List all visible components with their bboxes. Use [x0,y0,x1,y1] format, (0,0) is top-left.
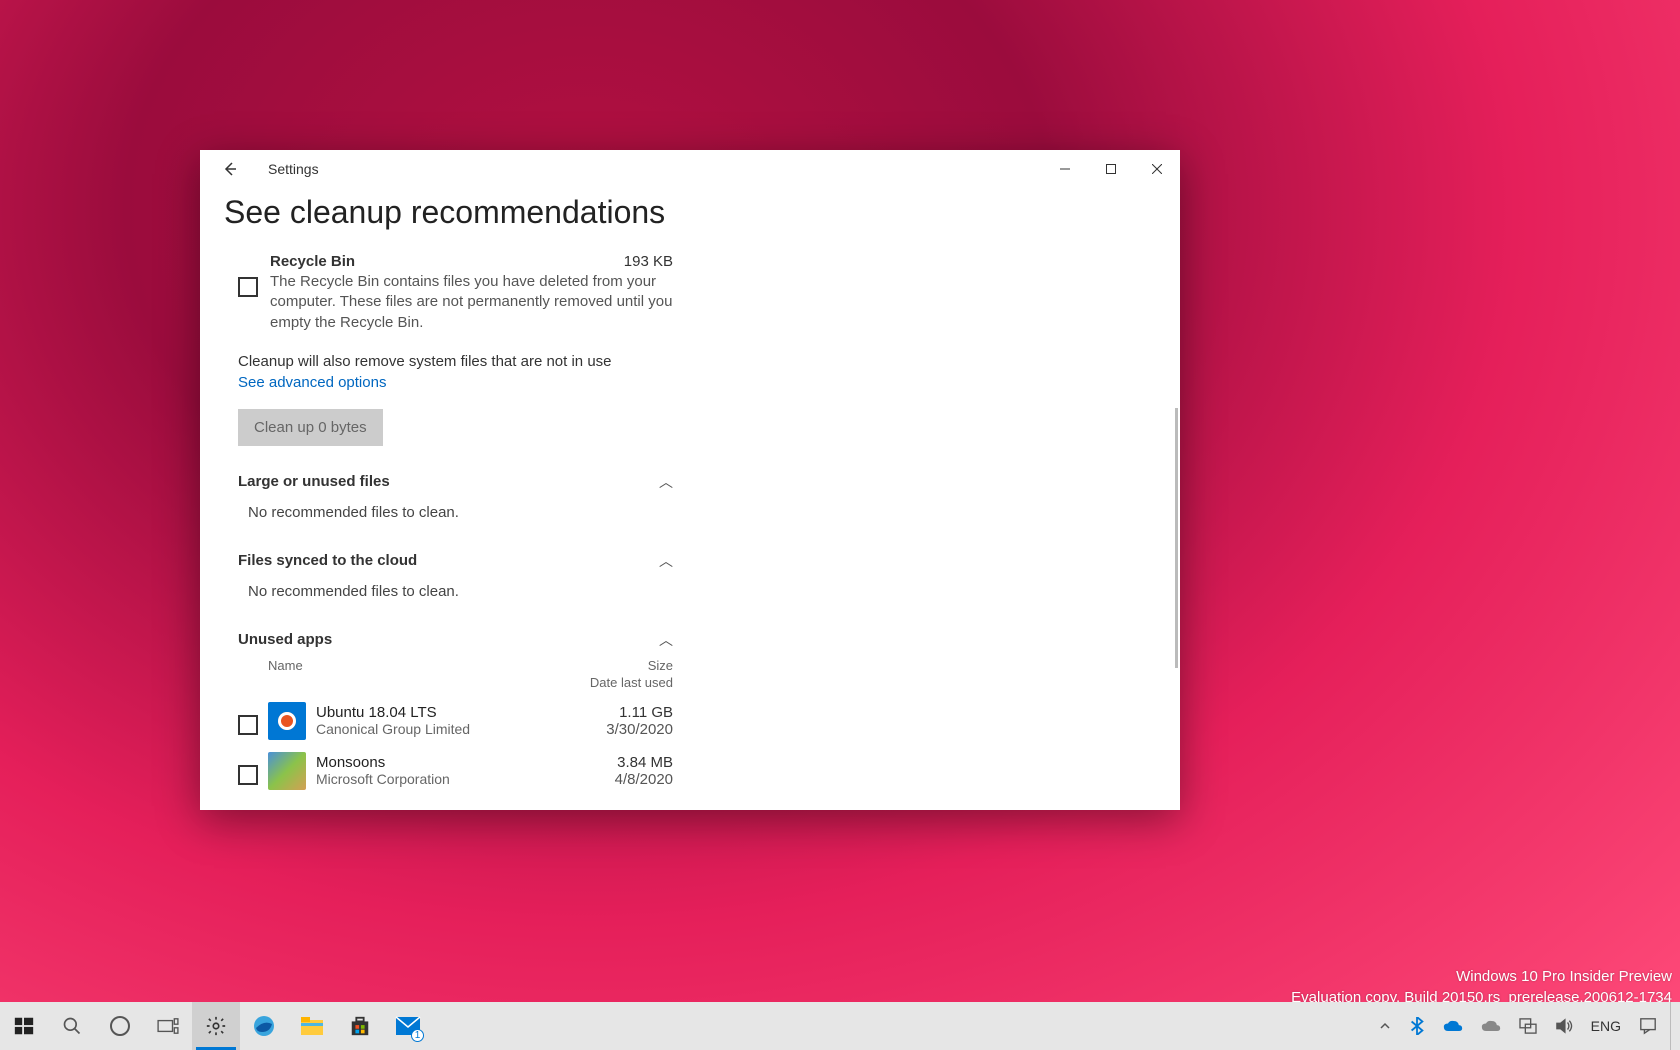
chevron-up-icon: ︿ [659,551,673,571]
section-cloud-synced[interactable]: Files synced to the cloud ︿ [238,549,673,573]
tray-expand-button[interactable] [1374,1002,1396,1050]
start-button[interactable] [0,1002,48,1050]
mail-taskbar-icon[interactable]: 1 [384,1002,432,1050]
recycle-bin-item: Recycle Bin 193 KB The Recycle Bin conta… [238,253,673,333]
recycle-bin-name: Recycle Bin [270,253,355,270]
app-publisher: Microsoft Corporation [316,771,563,787]
window-title: Settings [268,161,319,177]
onedrive-icon[interactable] [1438,1002,1468,1050]
task-view-button[interactable] [144,1002,192,1050]
section-large-unused[interactable]: Large or unused files ︿ [238,470,673,494]
search-button[interactable] [48,1002,96,1050]
recycle-bin-checkbox[interactable] [238,277,258,297]
maximize-button[interactable] [1088,150,1134,188]
onedrive-gray-icon[interactable] [1476,1002,1506,1050]
recycle-bin-description: The Recycle Bin contains files you have … [270,272,673,333]
volume-icon[interactable] [1550,1002,1578,1050]
app-date: 3/30/2020 [573,721,673,738]
cleanup-button[interactable]: Clean up 0 bytes [238,409,383,446]
section-large-body: No recommended files to clean. [238,494,673,525]
section-cloud-body: No recommended files to clean. [238,573,673,604]
back-button[interactable] [218,157,242,181]
app-checkbox[interactable] [238,715,258,735]
col-size: Size [590,658,673,675]
app-name: Ubuntu 18.04 LTS [316,704,563,721]
minimize-button[interactable] [1042,150,1088,188]
edge-taskbar-icon[interactable] [240,1002,288,1050]
ubuntu-icon [268,702,306,740]
page-title: See cleanup recommendations [224,194,1156,231]
section-cloud-title: Files synced to the cloud [238,552,417,569]
app-size: 1.11 GB [573,704,673,721]
recycle-bin-size: 193 KB [624,253,673,270]
app-checkbox[interactable] [238,765,258,785]
language-indicator[interactable]: ENG [1586,1002,1626,1050]
store-taskbar-icon[interactable] [336,1002,384,1050]
file-explorer-taskbar-icon[interactable] [288,1002,336,1050]
col-name: Name [268,658,303,692]
app-date: 4/8/2020 [573,771,673,788]
settings-taskbar-icon[interactable] [192,1002,240,1050]
notifications-icon[interactable] [1634,1002,1662,1050]
monsoons-icon [268,752,306,790]
chevron-up-icon: ︿ [659,472,673,492]
app-name: Monsoons [316,754,563,771]
cortana-button[interactable] [96,1002,144,1050]
settings-window: Settings See cleanup recommendations Rec… [200,150,1180,810]
app-publisher: Canonical Group Limited [316,721,563,737]
watermark-line1: Windows 10 Pro Insider Preview [1291,966,1672,987]
project-icon[interactable] [1514,1002,1542,1050]
app-size: 3.84 MB [573,754,673,771]
app-row: Ubuntu 18.04 LTS Canonical Group Limited… [238,696,673,746]
show-desktop-button[interactable] [1670,1002,1676,1050]
cleanup-note: Cleanup will also remove system files th… [238,353,673,370]
apps-table-header: Name Size Date last used [238,652,673,696]
col-date: Date last used [590,675,673,692]
chevron-up-icon: ︿ [659,630,673,650]
titlebar: Settings [200,150,1180,188]
section-unused-apps[interactable]: Unused apps ︿ [238,628,673,652]
taskbar: 1 ENG [0,1002,1680,1050]
bluetooth-icon[interactable] [1404,1002,1430,1050]
close-button[interactable] [1134,150,1180,188]
section-large-title: Large or unused files [238,473,390,490]
advanced-options-link[interactable]: See advanced options [238,374,386,391]
scrollbar[interactable] [1175,408,1178,668]
app-row: Monsoons Microsoft Corporation 3.84 MB 4… [238,746,673,796]
section-unused-title: Unused apps [238,631,332,648]
mail-badge: 1 [411,1029,424,1042]
